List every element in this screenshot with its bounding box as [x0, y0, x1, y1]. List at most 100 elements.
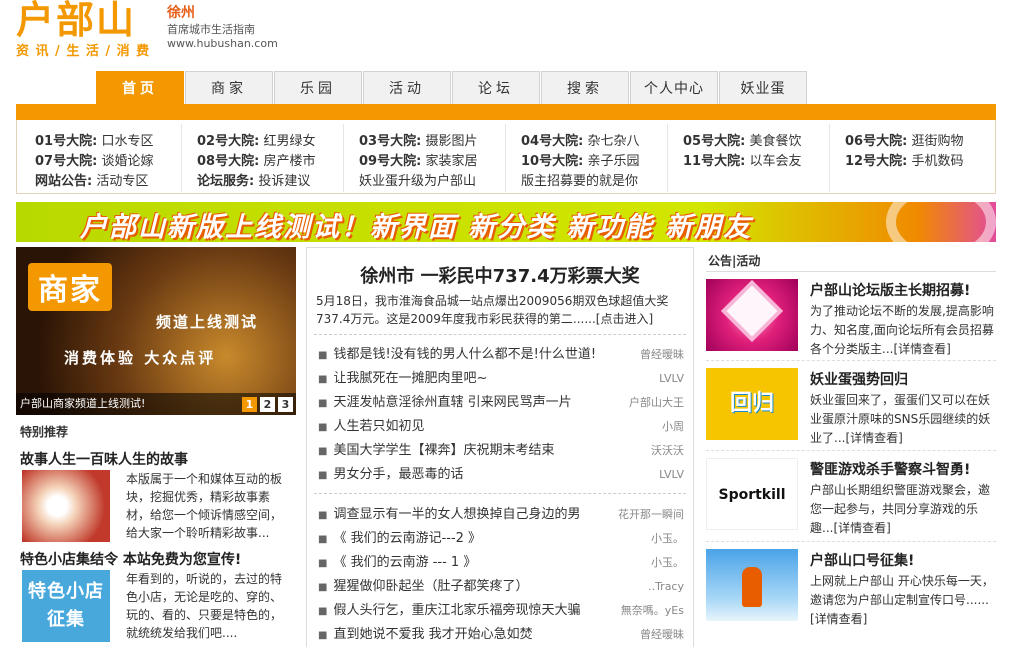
tab-yaoyedan[interactable]: 妖业蛋: [719, 71, 807, 105]
forum-link[interactable]: 02号大院: 红男绿女: [197, 132, 315, 152]
headline-title[interactable]: 徐州市 一彩民中737.4万彩票大奖: [306, 262, 694, 288]
forum-value: 杂七杂八: [587, 134, 640, 149]
news-author: 小周: [662, 420, 684, 433]
tab-park[interactable]: 乐园: [274, 71, 362, 105]
slideshow[interactable]: 商家 频道上线测试 消费体验 大众点评 户部山商家频道上线测试! 1 2 3: [16, 247, 296, 415]
tab-forum[interactable]: 论坛: [452, 71, 540, 105]
jumping-person-icon: [742, 567, 762, 607]
forum-link[interactable]: 03号大院: 摄影图片: [359, 132, 477, 152]
bullet-icon: ■: [318, 446, 328, 457]
news-title: 让我腻死在一摊肥肉里吧~: [333, 371, 488, 386]
story-thumbnail[interactable]: [22, 470, 110, 542]
news-title: 假人头行乞，重庆江北家乐福旁现惊天大骗: [333, 603, 581, 618]
forum-column-5: 05号大院: 美食餐饮 11号大院: 以车会友: [683, 132, 801, 172]
news-author: 小玉。: [651, 556, 684, 569]
divider: [706, 271, 996, 272]
notice-description: 户部山长期组织警匪游戏聚会，邀您一起参与，共同分享游戏的乐趣...[详情查看]: [810, 483, 991, 535]
tab-activities[interactable]: 活动: [363, 71, 451, 105]
news-title: 天涯发帖意淫徐州直辖 引来网民骂声一片: [333, 395, 572, 410]
forum-column-1: 01号大院: 口水专区 07号大院: 谈婚论嫁 网站公告: 活动专区: [35, 132, 153, 192]
bullet-icon: ■: [318, 630, 328, 641]
news-item[interactable]: ■ 《 我们的云南游 --- 1 》 小玉。: [318, 551, 688, 575]
promo-banner[interactable]: 户部山新版上线测试！新界面 新分类 新功能 新朋友: [16, 202, 996, 242]
forum-value: 妖业蛋升级为户部山: [359, 174, 477, 189]
bullet-icon: ■: [318, 582, 328, 593]
forum-link[interactable]: 09号大院: 家装家居: [359, 152, 477, 172]
forum-key: 论坛服务:: [197, 174, 255, 189]
forum-link[interactable]: 12号大院: 手机数码: [845, 152, 963, 172]
forum-value: 红男绿女: [263, 134, 316, 149]
forum-link[interactable]: 网站公告: 活动专区: [35, 172, 153, 192]
news-title: 男女分手，最恶毒的话: [333, 467, 464, 482]
forum-value: 亲子乐园: [587, 154, 640, 169]
notice-thumbnail[interactable]: Sportkill: [706, 458, 798, 530]
tab-search[interactable]: 搜索: [541, 71, 629, 105]
forum-column-6: 06号大院: 逛街购物 12号大院: 手机数码: [845, 132, 963, 172]
forum-key: 11号大院:: [683, 154, 746, 169]
news-item[interactable]: ■ 猩猩做仰卧起坐（肚子都笑疼了） ..Tracy: [318, 575, 688, 599]
tab-home[interactable]: 首页: [96, 71, 184, 105]
forum-link[interactable]: 06号大院: 逛街购物: [845, 132, 963, 152]
forum-link[interactable]: 11号大院: 以车会友: [683, 152, 801, 172]
story-title[interactable]: 故事人生一百味人生的故事: [20, 449, 188, 469]
slide-page-3[interactable]: 3: [278, 397, 293, 412]
forum-key: 01号大院:: [35, 134, 98, 149]
forum-link[interactable]: 10号大院: 亲子乐园: [521, 152, 639, 172]
notice-title[interactable]: 户部山口号征集!: [810, 550, 914, 570]
notice-thumbnail[interactable]: [706, 279, 798, 351]
news-title: 调查显示有一半的女人想换掉自己身边的男: [333, 507, 581, 522]
notice-title[interactable]: 户部山论坛版主长期招募!: [810, 280, 970, 300]
notices-heading: 公告|活动: [708, 254, 761, 268]
forum-value: 投诉建议: [258, 174, 311, 189]
news-item[interactable]: ■ 调查显示有一半的女人想换掉自己身边的男 花开那一瞬间: [318, 503, 688, 527]
bullet-icon: ■: [318, 510, 328, 521]
bullet-icon: ■: [318, 534, 328, 545]
story-title[interactable]: 特色小店集结令 本站免费为您宣传!: [20, 549, 241, 569]
news-item[interactable]: ■ 人生若只如初见 小周: [318, 415, 688, 439]
notice-title[interactable]: 警匪游戏杀手警察斗智勇!: [810, 459, 970, 479]
notice-title[interactable]: 妖业蛋强势回归: [810, 369, 908, 389]
site-logo[interactable]: 户部山 资 讯 / 生 活 / 消 费: [16, 0, 166, 59]
forum-key: 网站公告:: [35, 174, 93, 189]
news-author: LVLV: [659, 468, 684, 481]
forum-value: 版主招募要的就是你: [521, 174, 639, 189]
news-item[interactable]: ■ 男女分手，最恶毒的话 LVLV: [318, 463, 688, 487]
notice-thumbnail[interactable]: [706, 549, 798, 621]
forum-link[interactable]: 01号大院: 口水专区: [35, 132, 153, 152]
news-title: 美国大学学生【裸奔】庆祝期末考结束: [333, 443, 555, 458]
story-thumbnail[interactable]: 特色小店征集: [22, 570, 110, 642]
city-name: 徐州: [167, 5, 195, 21]
news-author: 曾经暧昧: [640, 348, 684, 361]
bullet-icon: ■: [318, 422, 328, 433]
forum-link[interactable]: 05号大院: 美食餐饮: [683, 132, 801, 152]
news-item[interactable]: ■ 假人头行乞，重庆江北家乐福旁现惊天大骗 無奈嗎。yEs: [318, 599, 688, 623]
column-divider: [667, 124, 668, 192]
forum-value: 摄影图片: [425, 134, 478, 149]
bullet-icon: ■: [318, 606, 328, 617]
news-item[interactable]: ■ 天涯发帖意淫徐州直辖 引来网民骂声一片 户部山大王: [318, 391, 688, 415]
news-author: 無奈嗎。yEs: [620, 604, 684, 617]
news-item[interactable]: ■ 美国大学学生【裸奔】庆祝期末考结束 沃沃沃: [318, 439, 688, 463]
bullet-icon: ■: [318, 350, 328, 361]
slide-page-1[interactable]: 1: [242, 397, 257, 412]
news-item[interactable]: ■ 直到她说不爱我 我才开始心急如焚 曾经暧昧: [318, 623, 688, 647]
news-item[interactable]: ■ 钱都是钱!没有钱的男人什么都不是!什么世道! 曾经暧昧: [318, 343, 688, 367]
forum-link[interactable]: 妖业蛋升级为户部山: [359, 172, 477, 192]
forum-link[interactable]: 版主招募要的就是你: [521, 172, 639, 192]
news-item[interactable]: ■ 让我腻死在一摊肥肉里吧~ LVLV: [318, 367, 688, 391]
news-title: 《 我们的云南游 --- 1 》: [333, 555, 477, 570]
news-author: 小玉。: [651, 532, 684, 545]
forum-link[interactable]: 08号大院: 房产楼市: [197, 152, 315, 172]
forum-link[interactable]: 07号大院: 谈婚论嫁: [35, 152, 153, 172]
forum-link[interactable]: 04号大院: 杂七杂八: [521, 132, 639, 152]
headline-more-link[interactable]: [点击进入]: [596, 312, 653, 326]
forum-value: 逛街购物: [911, 134, 964, 149]
forum-link[interactable]: 论坛服务: 投诉建议: [197, 172, 315, 192]
city-description: 首席城市生活指南: [167, 23, 255, 36]
news-item[interactable]: ■ 《 我们的云南游记---2 》 小玉。: [318, 527, 688, 551]
news-author: 沃沃沃: [651, 444, 684, 457]
notice-thumbnail[interactable]: 回归: [706, 368, 798, 440]
slide-page-2[interactable]: 2: [260, 397, 275, 412]
tab-personal-center[interactable]: 个人中心: [630, 71, 718, 105]
tab-merchants[interactable]: 商家: [185, 71, 273, 105]
